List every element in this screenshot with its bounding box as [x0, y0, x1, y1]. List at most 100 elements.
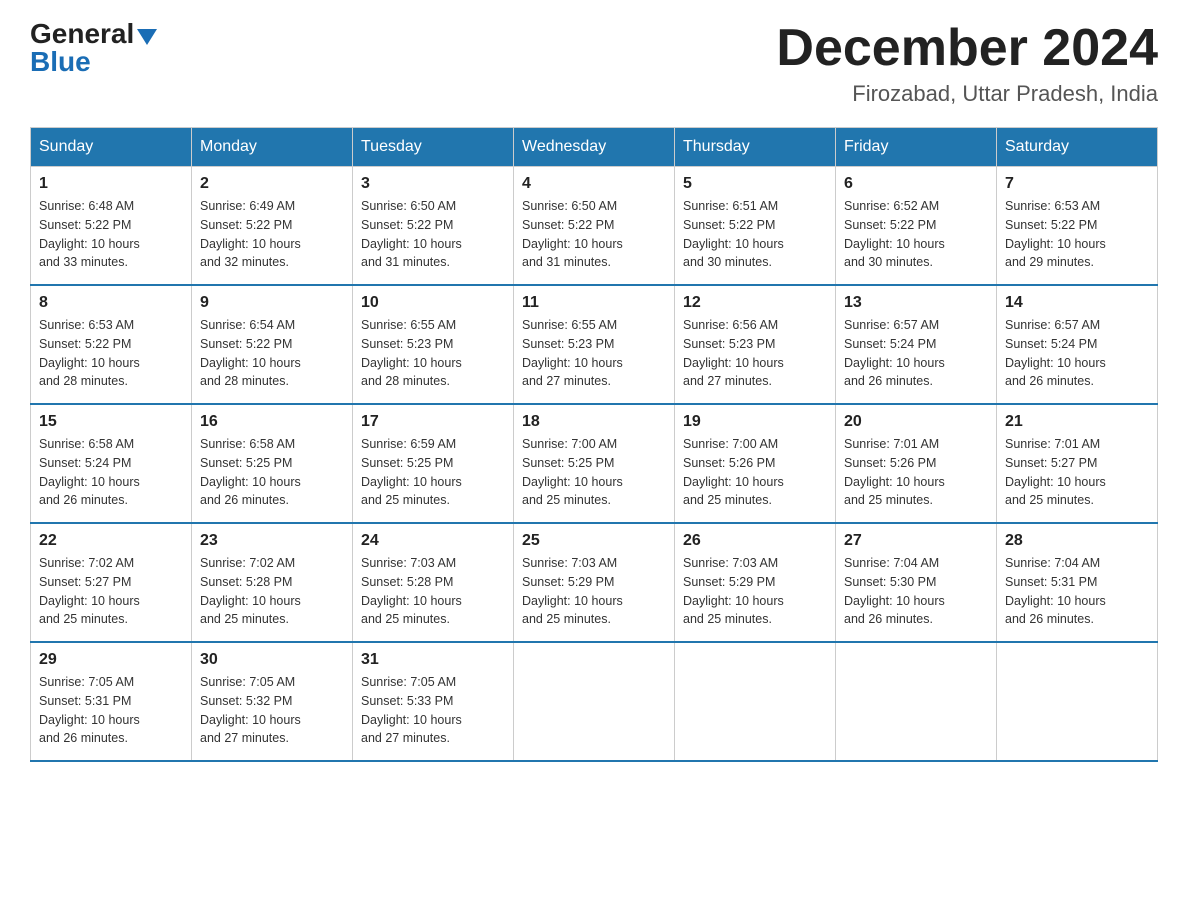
day-info: Sunrise: 6:59 AM Sunset: 5:25 PM Dayligh… [361, 435, 505, 510]
calendar-cell: 23 Sunrise: 7:02 AM Sunset: 5:28 PM Dayl… [192, 523, 353, 642]
col-sunday: Sunday [31, 128, 192, 167]
calendar-week-3: 15 Sunrise: 6:58 AM Sunset: 5:24 PM Dayl… [31, 404, 1158, 523]
logo-blue-text: Blue [30, 48, 91, 76]
day-number: 1 [39, 175, 183, 193]
calendar-cell: 4 Sunrise: 6:50 AM Sunset: 5:22 PM Dayli… [514, 167, 675, 286]
day-info: Sunrise: 6:57 AM Sunset: 5:24 PM Dayligh… [1005, 316, 1149, 391]
day-info: Sunrise: 6:55 AM Sunset: 5:23 PM Dayligh… [522, 316, 666, 391]
day-number: 16 [200, 413, 344, 431]
col-friday: Friday [836, 128, 997, 167]
day-number: 5 [683, 175, 827, 193]
day-info: Sunrise: 6:58 AM Sunset: 5:25 PM Dayligh… [200, 435, 344, 510]
calendar-cell: 25 Sunrise: 7:03 AM Sunset: 5:29 PM Dayl… [514, 523, 675, 642]
col-monday: Monday [192, 128, 353, 167]
calendar-cell: 11 Sunrise: 6:55 AM Sunset: 5:23 PM Dayl… [514, 285, 675, 404]
day-info: Sunrise: 7:04 AM Sunset: 5:31 PM Dayligh… [1005, 554, 1149, 629]
calendar-cell: 16 Sunrise: 6:58 AM Sunset: 5:25 PM Dayl… [192, 404, 353, 523]
calendar-week-4: 22 Sunrise: 7:02 AM Sunset: 5:27 PM Dayl… [31, 523, 1158, 642]
calendar-cell: 5 Sunrise: 6:51 AM Sunset: 5:22 PM Dayli… [675, 167, 836, 286]
location-subtitle: Firozabad, Uttar Pradesh, India [776, 81, 1158, 107]
day-info: Sunrise: 7:03 AM Sunset: 5:28 PM Dayligh… [361, 554, 505, 629]
day-info: Sunrise: 6:51 AM Sunset: 5:22 PM Dayligh… [683, 197, 827, 272]
col-thursday: Thursday [675, 128, 836, 167]
day-info: Sunrise: 6:49 AM Sunset: 5:22 PM Dayligh… [200, 197, 344, 272]
calendar-cell: 15 Sunrise: 6:58 AM Sunset: 5:24 PM Dayl… [31, 404, 192, 523]
day-number: 4 [522, 175, 666, 193]
calendar-cell: 6 Sunrise: 6:52 AM Sunset: 5:22 PM Dayli… [836, 167, 997, 286]
calendar-cell: 7 Sunrise: 6:53 AM Sunset: 5:22 PM Dayli… [997, 167, 1158, 286]
col-saturday: Saturday [997, 128, 1158, 167]
calendar-cell: 2 Sunrise: 6:49 AM Sunset: 5:22 PM Dayli… [192, 167, 353, 286]
day-number: 24 [361, 532, 505, 550]
calendar-cell: 10 Sunrise: 6:55 AM Sunset: 5:23 PM Dayl… [353, 285, 514, 404]
calendar-cell: 12 Sunrise: 6:56 AM Sunset: 5:23 PM Dayl… [675, 285, 836, 404]
day-info: Sunrise: 7:02 AM Sunset: 5:28 PM Dayligh… [200, 554, 344, 629]
calendar-week-5: 29 Sunrise: 7:05 AM Sunset: 5:31 PM Dayl… [31, 642, 1158, 761]
day-info: Sunrise: 7:00 AM Sunset: 5:26 PM Dayligh… [683, 435, 827, 510]
day-number: 28 [1005, 532, 1149, 550]
month-title: December 2024 [776, 20, 1158, 77]
calendar-cell: 9 Sunrise: 6:54 AM Sunset: 5:22 PM Dayli… [192, 285, 353, 404]
day-number: 19 [683, 413, 827, 431]
day-number: 29 [39, 651, 183, 669]
calendar-cell: 13 Sunrise: 6:57 AM Sunset: 5:24 PM Dayl… [836, 285, 997, 404]
calendar-cell: 17 Sunrise: 6:59 AM Sunset: 5:25 PM Dayl… [353, 404, 514, 523]
calendar-cell: 20 Sunrise: 7:01 AM Sunset: 5:26 PM Dayl… [836, 404, 997, 523]
day-info: Sunrise: 7:01 AM Sunset: 5:27 PM Dayligh… [1005, 435, 1149, 510]
day-number: 9 [200, 294, 344, 312]
logo-general-text: General [30, 20, 134, 48]
day-info: Sunrise: 7:01 AM Sunset: 5:26 PM Dayligh… [844, 435, 988, 510]
calendar-cell: 3 Sunrise: 6:50 AM Sunset: 5:22 PM Dayli… [353, 167, 514, 286]
day-number: 26 [683, 532, 827, 550]
calendar-week-1: 1 Sunrise: 6:48 AM Sunset: 5:22 PM Dayli… [31, 167, 1158, 286]
day-info: Sunrise: 6:54 AM Sunset: 5:22 PM Dayligh… [200, 316, 344, 391]
day-info: Sunrise: 6:52 AM Sunset: 5:22 PM Dayligh… [844, 197, 988, 272]
day-number: 7 [1005, 175, 1149, 193]
calendar-week-2: 8 Sunrise: 6:53 AM Sunset: 5:22 PM Dayli… [31, 285, 1158, 404]
calendar-cell: 24 Sunrise: 7:03 AM Sunset: 5:28 PM Dayl… [353, 523, 514, 642]
day-number: 25 [522, 532, 666, 550]
col-tuesday: Tuesday [353, 128, 514, 167]
calendar-cell [836, 642, 997, 761]
day-number: 31 [361, 651, 505, 669]
calendar-cell: 1 Sunrise: 6:48 AM Sunset: 5:22 PM Dayli… [31, 167, 192, 286]
calendar-cell: 29 Sunrise: 7:05 AM Sunset: 5:31 PM Dayl… [31, 642, 192, 761]
calendar-cell: 27 Sunrise: 7:04 AM Sunset: 5:30 PM Dayl… [836, 523, 997, 642]
day-info: Sunrise: 7:05 AM Sunset: 5:31 PM Dayligh… [39, 673, 183, 748]
calendar-cell [997, 642, 1158, 761]
day-info: Sunrise: 6:50 AM Sunset: 5:22 PM Dayligh… [361, 197, 505, 272]
page-header: General Blue December 2024 Firozabad, Ut… [30, 20, 1158, 107]
title-block: December 2024 Firozabad, Uttar Pradesh, … [776, 20, 1158, 107]
day-number: 23 [200, 532, 344, 550]
day-info: Sunrise: 6:58 AM Sunset: 5:24 PM Dayligh… [39, 435, 183, 510]
calendar-cell [514, 642, 675, 761]
day-info: Sunrise: 7:03 AM Sunset: 5:29 PM Dayligh… [522, 554, 666, 629]
day-info: Sunrise: 7:03 AM Sunset: 5:29 PM Dayligh… [683, 554, 827, 629]
calendar-cell [675, 642, 836, 761]
day-info: Sunrise: 7:02 AM Sunset: 5:27 PM Dayligh… [39, 554, 183, 629]
day-info: Sunrise: 6:56 AM Sunset: 5:23 PM Dayligh… [683, 316, 827, 391]
col-wednesday: Wednesday [514, 128, 675, 167]
day-info: Sunrise: 6:53 AM Sunset: 5:22 PM Dayligh… [1005, 197, 1149, 272]
day-number: 11 [522, 294, 666, 312]
day-number: 6 [844, 175, 988, 193]
calendar-cell: 26 Sunrise: 7:03 AM Sunset: 5:29 PM Dayl… [675, 523, 836, 642]
day-number: 10 [361, 294, 505, 312]
calendar-table: Sunday Monday Tuesday Wednesday Thursday… [30, 127, 1158, 762]
day-info: Sunrise: 6:57 AM Sunset: 5:24 PM Dayligh… [844, 316, 988, 391]
day-number: 22 [39, 532, 183, 550]
day-number: 27 [844, 532, 988, 550]
day-number: 30 [200, 651, 344, 669]
day-number: 18 [522, 413, 666, 431]
day-number: 8 [39, 294, 183, 312]
calendar-header-row: Sunday Monday Tuesday Wednesday Thursday… [31, 128, 1158, 167]
day-number: 13 [844, 294, 988, 312]
calendar-cell: 22 Sunrise: 7:02 AM Sunset: 5:27 PM Dayl… [31, 523, 192, 642]
day-info: Sunrise: 6:50 AM Sunset: 5:22 PM Dayligh… [522, 197, 666, 272]
day-info: Sunrise: 7:00 AM Sunset: 5:25 PM Dayligh… [522, 435, 666, 510]
calendar-cell: 21 Sunrise: 7:01 AM Sunset: 5:27 PM Dayl… [997, 404, 1158, 523]
day-info: Sunrise: 7:04 AM Sunset: 5:30 PM Dayligh… [844, 554, 988, 629]
calendar-cell: 14 Sunrise: 6:57 AM Sunset: 5:24 PM Dayl… [997, 285, 1158, 404]
day-number: 20 [844, 413, 988, 431]
day-number: 12 [683, 294, 827, 312]
